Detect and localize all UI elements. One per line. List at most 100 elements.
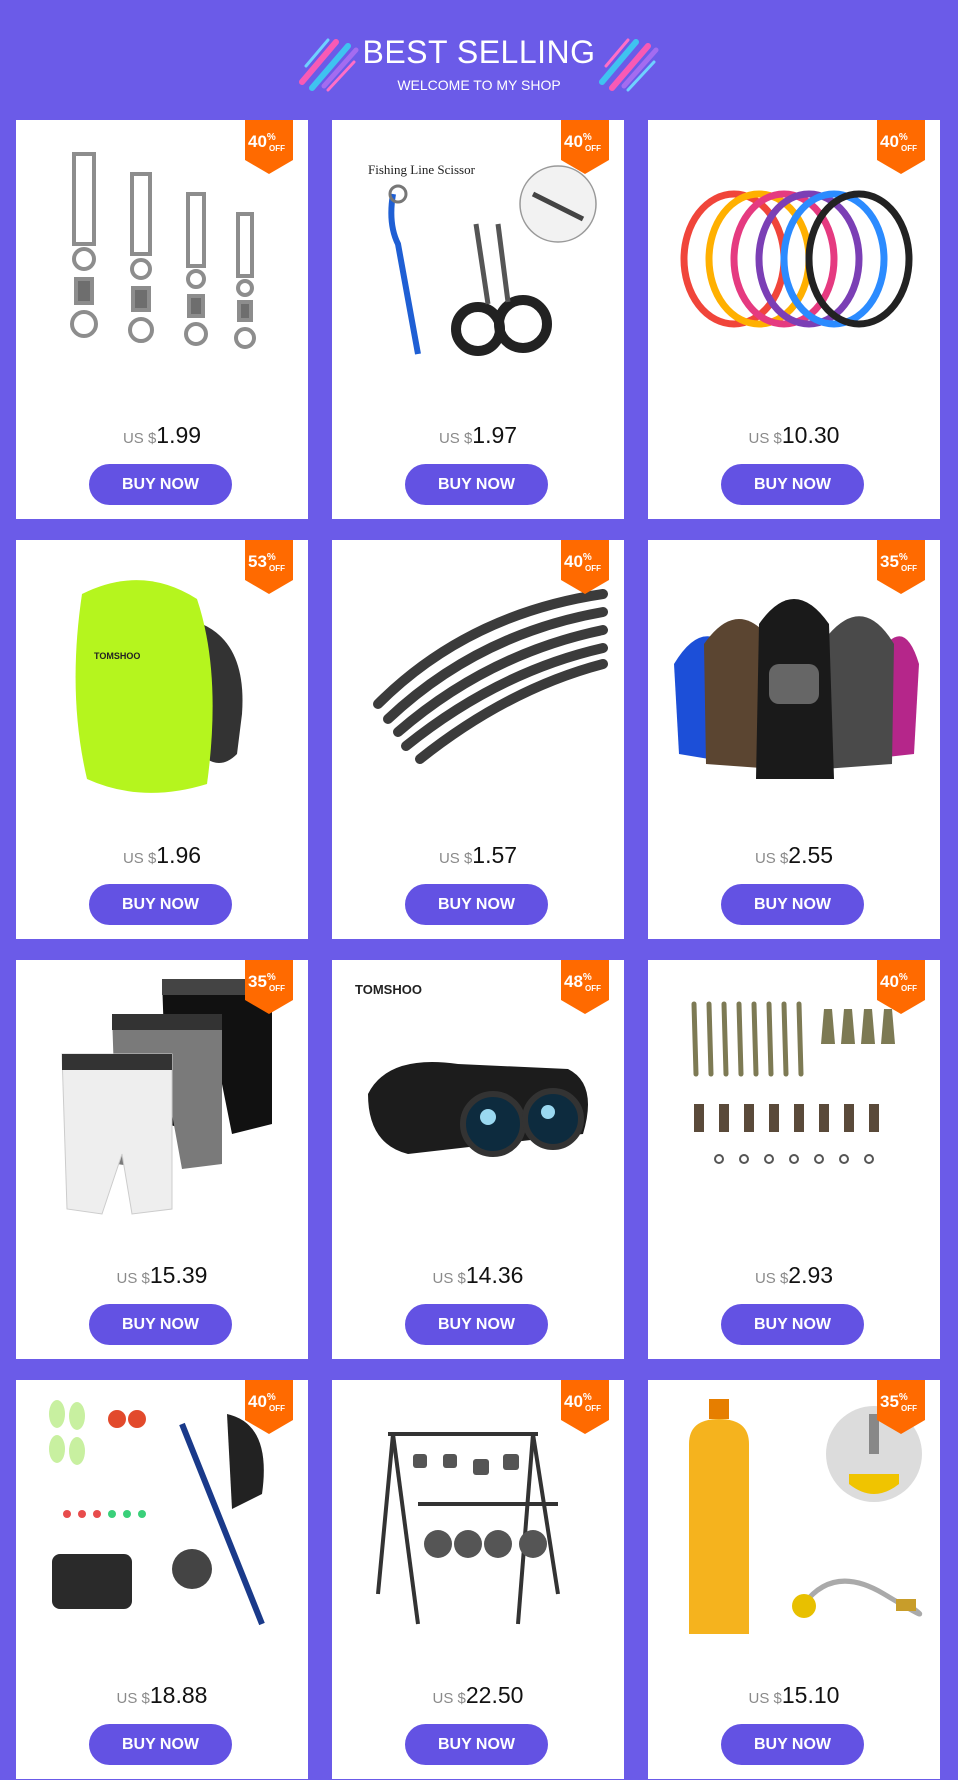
discount-value: 40 [564,552,583,571]
page-subtitle: WELCOME TO MY SHOP [397,77,561,93]
discount-value: 40 [880,132,899,151]
image-caption: Fishing Line Scissor [368,162,476,177]
discount-value: 40 [880,972,899,991]
discount-badge: 40% OFF [561,1380,609,1434]
off-label: OFF [585,564,601,573]
product-card[interactable]: 40% OFF US $22.50 BUY NOW [332,1380,624,1779]
product-card[interactable]: 40% OFF US $1.99 BUY NOW [16,120,308,519]
buy-now-button[interactable]: BUY NOW [89,1724,232,1765]
price-value: 2.55 [788,842,834,868]
off-label: OFF [585,984,601,993]
header-banner: BEST SELLING WELCOME TO MY SHOP [0,0,958,120]
price-value: 1.57 [472,842,518,868]
discount-value: 40 [248,1392,267,1411]
buy-now-button[interactable]: BUY NOW [405,1304,548,1345]
price-value: 1.96 [156,842,202,868]
discount-badge: 35% OFF [877,540,925,594]
discount-badge: 40% OFF [561,120,609,174]
discount-value: 48 [564,972,583,991]
currency-label: US $ [122,430,157,447]
off-label: OFF [901,1404,917,1413]
discount-badge: 35% OFF [877,1380,925,1434]
product-price: US $10.30 [648,422,940,449]
currency-label: US $ [754,850,789,867]
buy-now-button[interactable]: BUY NOW [405,884,548,925]
currency-label: US $ [116,1690,150,1707]
price-value: 10.30 [781,422,840,448]
price-value: 14.36 [465,1262,524,1288]
product-card[interactable]: Fishing Line Scissor 40% OFF US $1.97 BU… [332,120,624,519]
off-label: OFF [269,1404,285,1413]
discount-value: 40 [248,132,267,151]
currency-label: US $ [748,1690,782,1707]
currency-label: US $ [754,1270,789,1287]
off-label: OFF [269,144,285,153]
off-label: OFF [269,984,285,993]
buy-now-button[interactable]: BUY NOW [405,1724,548,1765]
off-label: OFF [585,1404,601,1413]
buy-now-button[interactable]: BUY NOW [721,1724,864,1765]
product-card[interactable]: TOMSHOO 53% OFF US $1.96 BUY NOW [16,540,308,939]
page-title: BEST SELLING [362,34,596,70]
price-value: 1.97 [472,422,518,448]
buy-now-button[interactable]: BUY NOW [89,1304,232,1345]
product-price: US $2.55 [648,842,940,869]
price-value: 15.10 [781,1682,840,1708]
discount-badge: 35% OFF [245,960,293,1014]
discount-badge: 53% OFF [245,540,293,594]
product-card[interactable]: 40% OFF US $10.30 BUY NOW [648,120,940,519]
product-card[interactable]: 40% OFF US $2.93 BUY NOW [648,960,940,1359]
product-price: US $22.50 [332,1682,624,1709]
currency-label: US $ [748,430,782,447]
buy-now-button[interactable]: BUY NOW [89,464,232,505]
discount-value: 40 [564,1392,583,1411]
product-price: US $1.99 [16,422,308,449]
product-price: US $1.97 [332,422,624,449]
discount-value: 40 [564,132,583,151]
discount-value: 35 [880,552,899,571]
currency-label: US $ [432,1690,466,1707]
discount-value: 53 [248,552,267,571]
buy-now-button[interactable]: BUY NOW [721,464,864,505]
product-card[interactable]: 40% OFF US $1.57 BUY NOW [332,540,624,939]
product-price: US $14.36 [332,1262,624,1289]
currency-label: US $ [116,1270,150,1287]
price-value: 18.88 [149,1682,208,1708]
discount-badge: 48% OFF [561,960,609,1014]
currency-label: US $ [438,850,473,867]
buy-now-button[interactable]: BUY NOW [405,464,548,505]
off-label: OFF [585,144,601,153]
product-grid: 40% OFF US $1.99 BUY NOW Fishing Line Sc… [16,120,940,1779]
currency-label: US $ [432,1270,466,1287]
off-label: OFF [901,144,917,153]
product-price: US $1.57 [332,842,624,869]
buy-now-button[interactable]: BUY NOW [721,1304,864,1345]
discount-badge: 40% OFF [877,960,925,1014]
product-price: US $18.88 [16,1682,308,1709]
discount-badge: 40% OFF [877,120,925,174]
product-card[interactable]: 40% OFF US $18.88 BUY NOW [16,1380,308,1779]
product-card[interactable]: 35% OFF US $15.39 BUY NOW [16,960,308,1359]
product-price: US $15.10 [648,1682,940,1709]
discount-badge: 40% OFF [561,540,609,594]
brand-logo-text: TOMSHOO [94,651,140,661]
buy-now-button[interactable]: BUY NOW [721,884,864,925]
price-value: 2.93 [788,1262,834,1288]
product-card[interactable]: 35% OFF US $15.10 BUY NOW [648,1380,940,1779]
buy-now-button[interactable]: BUY NOW [89,884,232,925]
currency-label: US $ [438,430,473,447]
off-label: OFF [901,984,917,993]
brush-stroke-decoration [599,38,659,92]
off-label: OFF [901,564,917,573]
discount-value: 35 [880,1392,899,1411]
product-price: US $1.96 [16,842,308,869]
price-value: 1.99 [156,422,202,448]
product-card[interactable]: 35% OFF US $2.55 BUY NOW [648,540,940,939]
discount-badge: 40% OFF [245,1380,293,1434]
product-card[interactable]: TOMSHOO 48% OFF US $14.36 BUY NOW [332,960,624,1359]
brand-logo-text: TOMSHOO [355,982,422,997]
discount-value: 35 [248,972,267,991]
price-value: 22.50 [465,1682,524,1708]
currency-label: US $ [122,850,157,867]
product-price: US $2.93 [648,1262,940,1289]
